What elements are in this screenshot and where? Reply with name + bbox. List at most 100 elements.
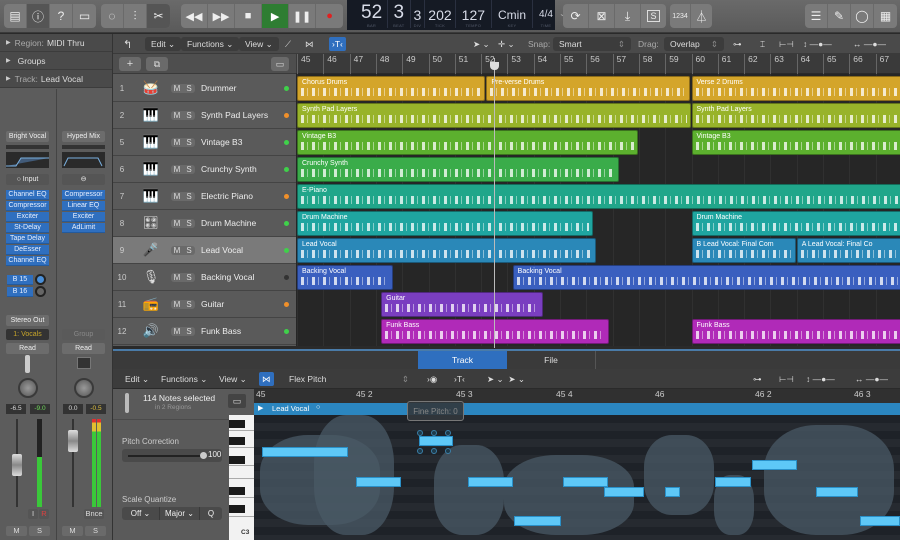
keyboard-stand-icon[interactable]: 🎹 — [131, 161, 171, 177]
editor-region-bar[interactable]: ▶ Lead Vocal ○ — [254, 403, 900, 415]
note-handle[interactable] — [417, 448, 423, 454]
back-icon[interactable]: ↰ — [123, 37, 132, 51]
plugin-slot[interactable]: Channel EQ — [6, 190, 49, 200]
slider-thumb[interactable] — [200, 452, 207, 459]
input-monitor-button[interactable]: I — [28, 509, 38, 519]
track-inspector-header[interactable]: ▶ Track: Lead Vocal — [0, 70, 112, 88]
region[interactable]: Drum Machine — [297, 211, 594, 236]
editor-ruler[interactable]: 45 45 2 45 3 45 4 46 46 2 46 3 — [254, 389, 900, 403]
flex-icon[interactable]: ⋈ — [305, 37, 314, 51]
region-play-icon[interactable]: ▶ — [258, 404, 263, 412]
region[interactable]: E-Piano — [297, 184, 900, 209]
send-knob[interactable] — [35, 286, 46, 297]
note-handle[interactable] — [417, 430, 423, 436]
fast-forward-button[interactable]: ▶▶ — [208, 4, 236, 28]
track-mute-button[interactable]: M — [171, 246, 183, 255]
black-key[interactable] — [229, 505, 245, 513]
output-button[interactable]: Stereo Out — [6, 315, 49, 326]
track-name[interactable]: Funk Bass — [201, 326, 284, 336]
marquee-tool-icon[interactable]: ✛ ⌄ — [498, 37, 515, 51]
setting-button[interactable]: Hyped Mix — [62, 131, 105, 142]
track-mute-button[interactable]: M — [171, 273, 183, 282]
track-mute-button[interactable]: M — [171, 192, 183, 201]
track-row[interactable]: 6 🎹 M S Crunchy Synth — [113, 156, 296, 183]
track-mute-button[interactable]: M — [171, 165, 183, 174]
snap-select[interactable]: Smart ⇕ — [553, 37, 631, 51]
mute-button[interactable]: M — [6, 526, 27, 536]
track-mute-button[interactable]: M — [171, 138, 183, 147]
region[interactable]: Chorus Drums — [297, 76, 486, 101]
plugin-slot[interactable]: Linear EQ — [62, 201, 105, 211]
region[interactable]: Crunchy Synth — [297, 157, 620, 182]
automation-mode-button[interactable]: Read — [62, 343, 105, 354]
solo-button[interactable]: S — [85, 526, 106, 536]
vertical-zoom-slider[interactable]: ↕ —●— — [803, 37, 832, 51]
drum-machine-icon[interactable]: 🎛 — [131, 215, 171, 231]
input-button[interactable]: ○ Input — [6, 174, 49, 185]
track-solo-button[interactable]: S — [183, 327, 195, 336]
editor-pointer-tool-icon[interactable]: ➤ ⌄ ➤ ⌄ — [481, 372, 531, 386]
amp-icon[interactable]: 📻 — [131, 296, 171, 312]
flex-toggle-icon[interactable]: ⋈ — [259, 372, 274, 386]
region[interactable]: Synth Pad Layers — [691, 103, 900, 128]
plugin-slot[interactable]: Channel EQ — [6, 256, 49, 266]
region-inspector-icon[interactable]: ▭ — [228, 394, 246, 408]
region[interactable]: Funk Bass — [381, 319, 609, 344]
region[interactable]: Backing Vocal — [297, 265, 394, 290]
drag-select[interactable]: Overlap ⇕ — [664, 37, 724, 51]
tab-file[interactable]: File — [507, 351, 596, 369]
notepad-icon[interactable]: ✎ — [828, 4, 851, 28]
track-name[interactable]: Backing Vocal — [201, 272, 284, 282]
group-button[interactable]: Group — [62, 329, 105, 340]
region[interactable]: Lead Vocal — [297, 238, 596, 263]
pitch-note[interactable] — [563, 477, 608, 487]
replace-icon[interactable]: ⊠ — [589, 4, 615, 28]
track-solo-button[interactable]: S — [183, 300, 195, 309]
note-handle[interactable] — [445, 430, 451, 436]
catch-icon[interactable]: ›T‹ — [329, 37, 346, 51]
region[interactable]: A Lead Vocal: Final Co — [796, 238, 900, 263]
track-solo-button[interactable]: S — [183, 273, 195, 282]
track-row[interactable]: 1 🥁 M S Drummer — [113, 75, 296, 102]
flex-pitch-grid[interactable] — [254, 415, 900, 540]
plugin-slot[interactable]: Exciter — [6, 212, 49, 222]
eq-thumbnail[interactable] — [62, 152, 105, 168]
region[interactable]: Vintage B3 — [297, 130, 638, 155]
track-solo-button[interactable]: S — [183, 219, 195, 228]
info-icon[interactable]: ⓘ — [27, 4, 50, 28]
region[interactable]: Pre-verse Drums — [486, 76, 691, 101]
pitch-note[interactable] — [419, 436, 453, 446]
track-row[interactable]: 7 🎹 M S Electric Piano — [113, 183, 296, 210]
region-inspector-header[interactable]: ▶ Region: MIDI Thru — [0, 34, 112, 52]
track-row[interactable]: 5 🎹 M S Vintage B3 — [113, 129, 296, 156]
pitch-note[interactable] — [604, 487, 644, 497]
pointer-tool-icon[interactable]: ➤ ⌄ — [473, 37, 490, 51]
track-solo-button[interactable]: S — [183, 165, 195, 174]
horizontal-fit-icon[interactable]: ⊢⊣ — [779, 37, 794, 51]
drum-kit-icon[interactable]: 🥁 — [131, 80, 171, 96]
piano-keyboard[interactable]: C3 — [229, 415, 254, 540]
bounce-button[interactable]: Bnce — [84, 509, 104, 519]
black-key[interactable] — [229, 420, 245, 428]
pan-knob[interactable] — [18, 378, 38, 398]
region[interactable]: Guitar — [381, 292, 544, 317]
track-name[interactable]: Drummer — [201, 83, 284, 93]
editor-catch-icon[interactable]: ›T‹ — [448, 372, 471, 386]
plugin-slot[interactable]: DeEsser — [6, 245, 49, 255]
pitch-note[interactable] — [715, 477, 751, 487]
link-icon[interactable]: ⊖ — [62, 174, 105, 185]
track-name[interactable]: Lead Vocal — [201, 245, 284, 255]
list-editors-icon[interactable]: ☰ — [805, 4, 828, 28]
loop-browser-icon[interactable]: ◯ — [851, 4, 874, 28]
black-key[interactable] — [229, 437, 245, 445]
view-menu[interactable]: View ⌄ — [239, 37, 279, 51]
plugin-slot[interactable]: Exciter — [62, 212, 105, 222]
track-name[interactable]: Vintage B3 — [201, 137, 284, 147]
microphones-icon[interactable]: 🎙 — [131, 269, 171, 285]
send-slot[interactable]: B 16 — [7, 287, 33, 297]
lcd-display[interactable]: 52 BAR 3 BEAT 3 DIV 202 TICK 127 TEMPO Cmin KE… — [347, 0, 566, 30]
track-solo-button[interactable]: S — [183, 192, 195, 201]
plugin-slot[interactable]: AdLimit — [62, 223, 105, 233]
add-track-button[interactable]: + — [119, 57, 141, 71]
note-handle[interactable] — [431, 430, 437, 436]
